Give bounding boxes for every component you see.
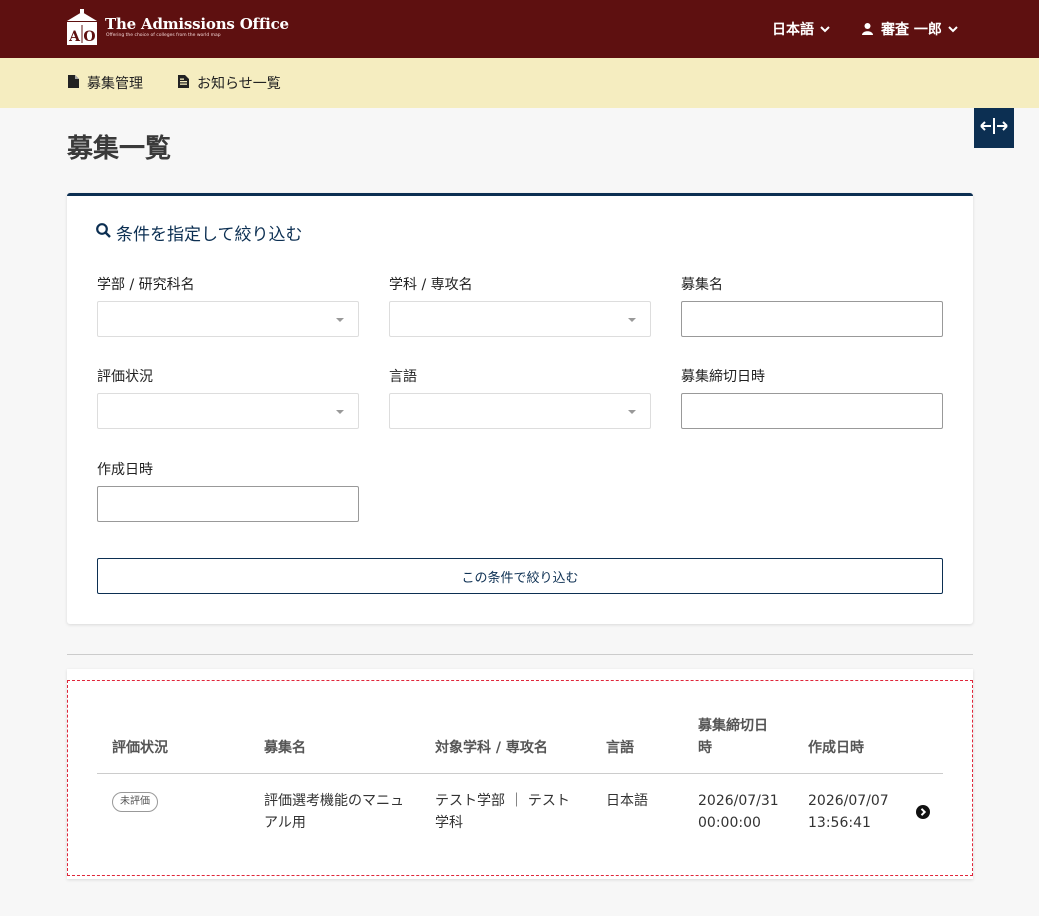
header-separator: [97, 773, 943, 774]
results-highlight-frame: [67, 680, 973, 876]
sub-navigation: 募集管理 お知らせ一覧: [0, 58, 1039, 108]
row-recruit-name-line1: 評価選考機能のマニュ: [264, 793, 404, 809]
caret-down-icon: [628, 410, 636, 414]
arrows-horizontal-icon: [980, 118, 1008, 138]
row-created: 2026/07/07 13:56:41: [808, 790, 889, 834]
filter-heading: 条件を指定して絞り込む: [96, 220, 303, 245]
deadline-label: 募集締切日時: [681, 369, 765, 385]
column-header-status: 評価状況: [112, 740, 168, 756]
row-recruit-name: 評価選考機能のマニュ アル用: [264, 790, 404, 834]
evaluation-status-select[interactable]: [97, 393, 359, 429]
department-select[interactable]: [389, 301, 651, 337]
user-menu[interactable]: 審査 一郎: [862, 0, 958, 58]
created-at-label: 作成日時: [97, 462, 153, 478]
language-label: 日本語: [772, 22, 814, 38]
logo-title: The Admissions Office: [105, 14, 289, 33]
column-header-deadline-line1: 募集締切日: [698, 718, 768, 734]
chevron-down-icon: [948, 25, 958, 33]
chevron-down-icon: [820, 25, 830, 33]
user-icon: [862, 23, 873, 35]
language-label: 言語: [389, 369, 417, 385]
document-icon: [178, 74, 197, 92]
apply-filter-button[interactable]: この条件で絞り込む: [97, 558, 943, 594]
svg-text:A: A: [68, 29, 81, 45]
caret-down-icon: [628, 318, 636, 322]
status-badge: 未評価: [112, 792, 158, 812]
nav-item-label: お知らせ一覧: [197, 76, 281, 92]
filter-panel: 条件を指定して絞り込む 学部 / 研究科名 学科 / 専攻名 募集名 評価状況 …: [67, 193, 973, 624]
deadline-input[interactable]: [681, 393, 943, 429]
row-department-line1: テスト学部 ｜ テスト: [435, 793, 570, 809]
row-deadline-line2: 00:00:00: [698, 815, 761, 831]
column-header-deadline: 募集締切日 時: [698, 715, 768, 759]
recruit-name-input[interactable]: [681, 301, 943, 337]
caret-down-icon: [336, 318, 344, 322]
expand-width-button[interactable]: [974, 108, 1014, 148]
chevron-right-circle-icon[interactable]: [916, 804, 930, 819]
file-icon: [68, 74, 87, 92]
logo[interactable]: A O The Admissions Office Offering the c…: [66, 9, 289, 45]
row-department-line2: 学科: [435, 815, 463, 831]
evaluation-status-label: 評価状況: [97, 369, 153, 385]
recruit-name-label: 募集名: [681, 277, 723, 293]
row-recruit-name-line2: アル用: [264, 815, 306, 831]
language-select[interactable]: [389, 393, 651, 429]
row-language: 日本語: [606, 793, 648, 809]
column-header-name: 募集名: [264, 740, 306, 756]
row-deadline: 2026/07/31 00:00:00: [698, 790, 779, 834]
row-created-line1: 2026/07/07: [808, 793, 889, 809]
column-header-department: 対象学科 / 専攻名: [435, 740, 548, 756]
row-deadline-line1: 2026/07/31: [698, 793, 779, 809]
section-divider: [67, 654, 973, 655]
row-department: テスト学部 ｜ テスト 学科: [435, 790, 570, 834]
top-header: A O The Admissions Office Offering the c…: [0, 0, 1039, 58]
results-panel: 評価状況 募集名 対象学科 / 専攻名 言語 募集締切日 時 作成日時 未評価 …: [67, 669, 973, 879]
created-at-input[interactable]: [97, 486, 359, 522]
column-header-created: 作成日時: [808, 740, 864, 756]
column-header-language: 言語: [606, 740, 634, 756]
nav-item-recruitment[interactable]: 募集管理: [68, 58, 143, 108]
logo-mark-icon: A O: [66, 9, 98, 45]
faculty-select[interactable]: [97, 301, 359, 337]
user-name: 審査 一郎: [881, 22, 942, 38]
caret-down-icon: [336, 410, 344, 414]
column-header-deadline-line2: 時: [698, 740, 712, 756]
faculty-label: 学部 / 研究科名: [97, 277, 195, 293]
language-menu[interactable]: 日本語: [772, 0, 830, 58]
department-label: 学科 / 専攻名: [389, 277, 473, 293]
logo-subtitle: Offering the choice of colleges from the…: [106, 32, 221, 38]
logo-text: The Admissions Office Offering the choic…: [105, 14, 289, 39]
nav-item-notices[interactable]: お知らせ一覧: [178, 58, 281, 108]
nav-item-label: 募集管理: [87, 76, 143, 92]
search-icon: [96, 222, 116, 243]
page-title: 募集一覧: [67, 134, 172, 164]
svg-text:O: O: [83, 29, 95, 45]
filter-heading-label: 条件を指定して絞り込む: [116, 225, 303, 245]
row-created-line2: 13:56:41: [808, 815, 871, 831]
